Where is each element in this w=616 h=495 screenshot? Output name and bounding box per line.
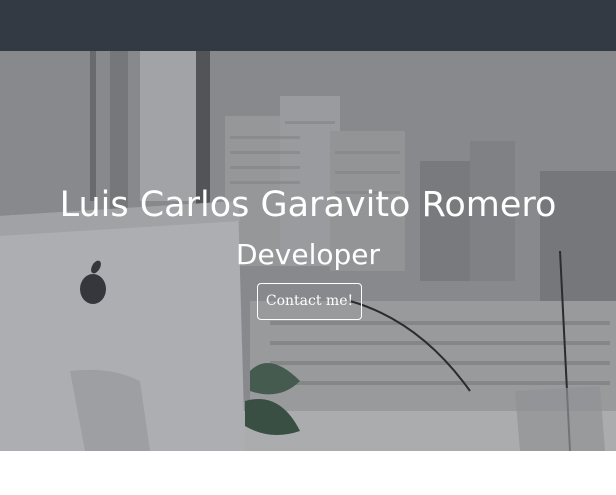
hero-role-subheading: Developer [235,238,380,271]
page-below-hero [0,451,616,495]
hero-content: Luis Carlos Garavito Romero Developer Co… [0,51,616,451]
hero-section: Luis Carlos Garavito Romero Developer Co… [0,51,616,451]
contact-me-button[interactable]: Contact me! [257,283,362,320]
hero-name-heading: Luis Carlos Garavito Romero [59,185,557,225]
top-navbar [0,0,616,51]
